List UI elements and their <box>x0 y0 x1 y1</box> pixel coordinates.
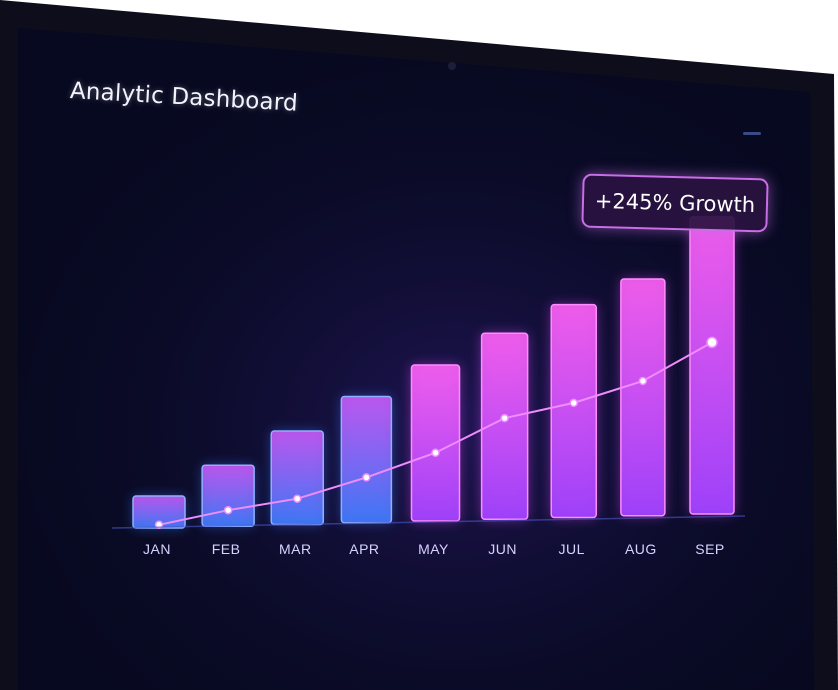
trend-point-sep[interactable] <box>706 336 718 349</box>
x-tick-label-sep: SEP <box>695 541 725 557</box>
trend-point-jun[interactable] <box>500 413 509 423</box>
trend-point-feb[interactable] <box>223 505 233 515</box>
bar-apr[interactable] <box>340 395 393 524</box>
x-tick-label-feb: FEB <box>211 541 241 557</box>
x-tick-label-aug: AUG <box>624 541 657 557</box>
x-tick-label-may: MAY <box>418 541 449 557</box>
menu-icon[interactable] <box>743 132 761 135</box>
bar-aug[interactable] <box>620 278 666 517</box>
trend-point-aug[interactable] <box>638 376 648 386</box>
bar-mar[interactable] <box>270 430 324 526</box>
camera-icon <box>448 62 456 70</box>
x-tick-label-jul: JUL <box>558 541 585 557</box>
bar-may[interactable] <box>410 364 461 522</box>
bar-sep[interactable] <box>689 216 735 515</box>
x-tick-label-mar: MAR <box>278 541 312 557</box>
growth-badge: +245% Growth <box>581 173 769 233</box>
trend-point-may[interactable] <box>431 448 440 457</box>
bar-jul[interactable] <box>550 303 597 519</box>
x-tick-label-jun: JUN <box>488 541 517 557</box>
bar-feb[interactable] <box>201 464 255 527</box>
analytic-dashboard-screen: Analytic Dashboard +245% Growth JAN FEB MA… <box>0 0 838 690</box>
trend-point-apr[interactable] <box>362 473 371 482</box>
trend-point-jul[interactable] <box>569 398 578 408</box>
trend-point-mar[interactable] <box>293 494 302 503</box>
x-tick-label-apr: APR <box>349 541 380 557</box>
x-tick-label-jan: JAN <box>143 541 171 557</box>
